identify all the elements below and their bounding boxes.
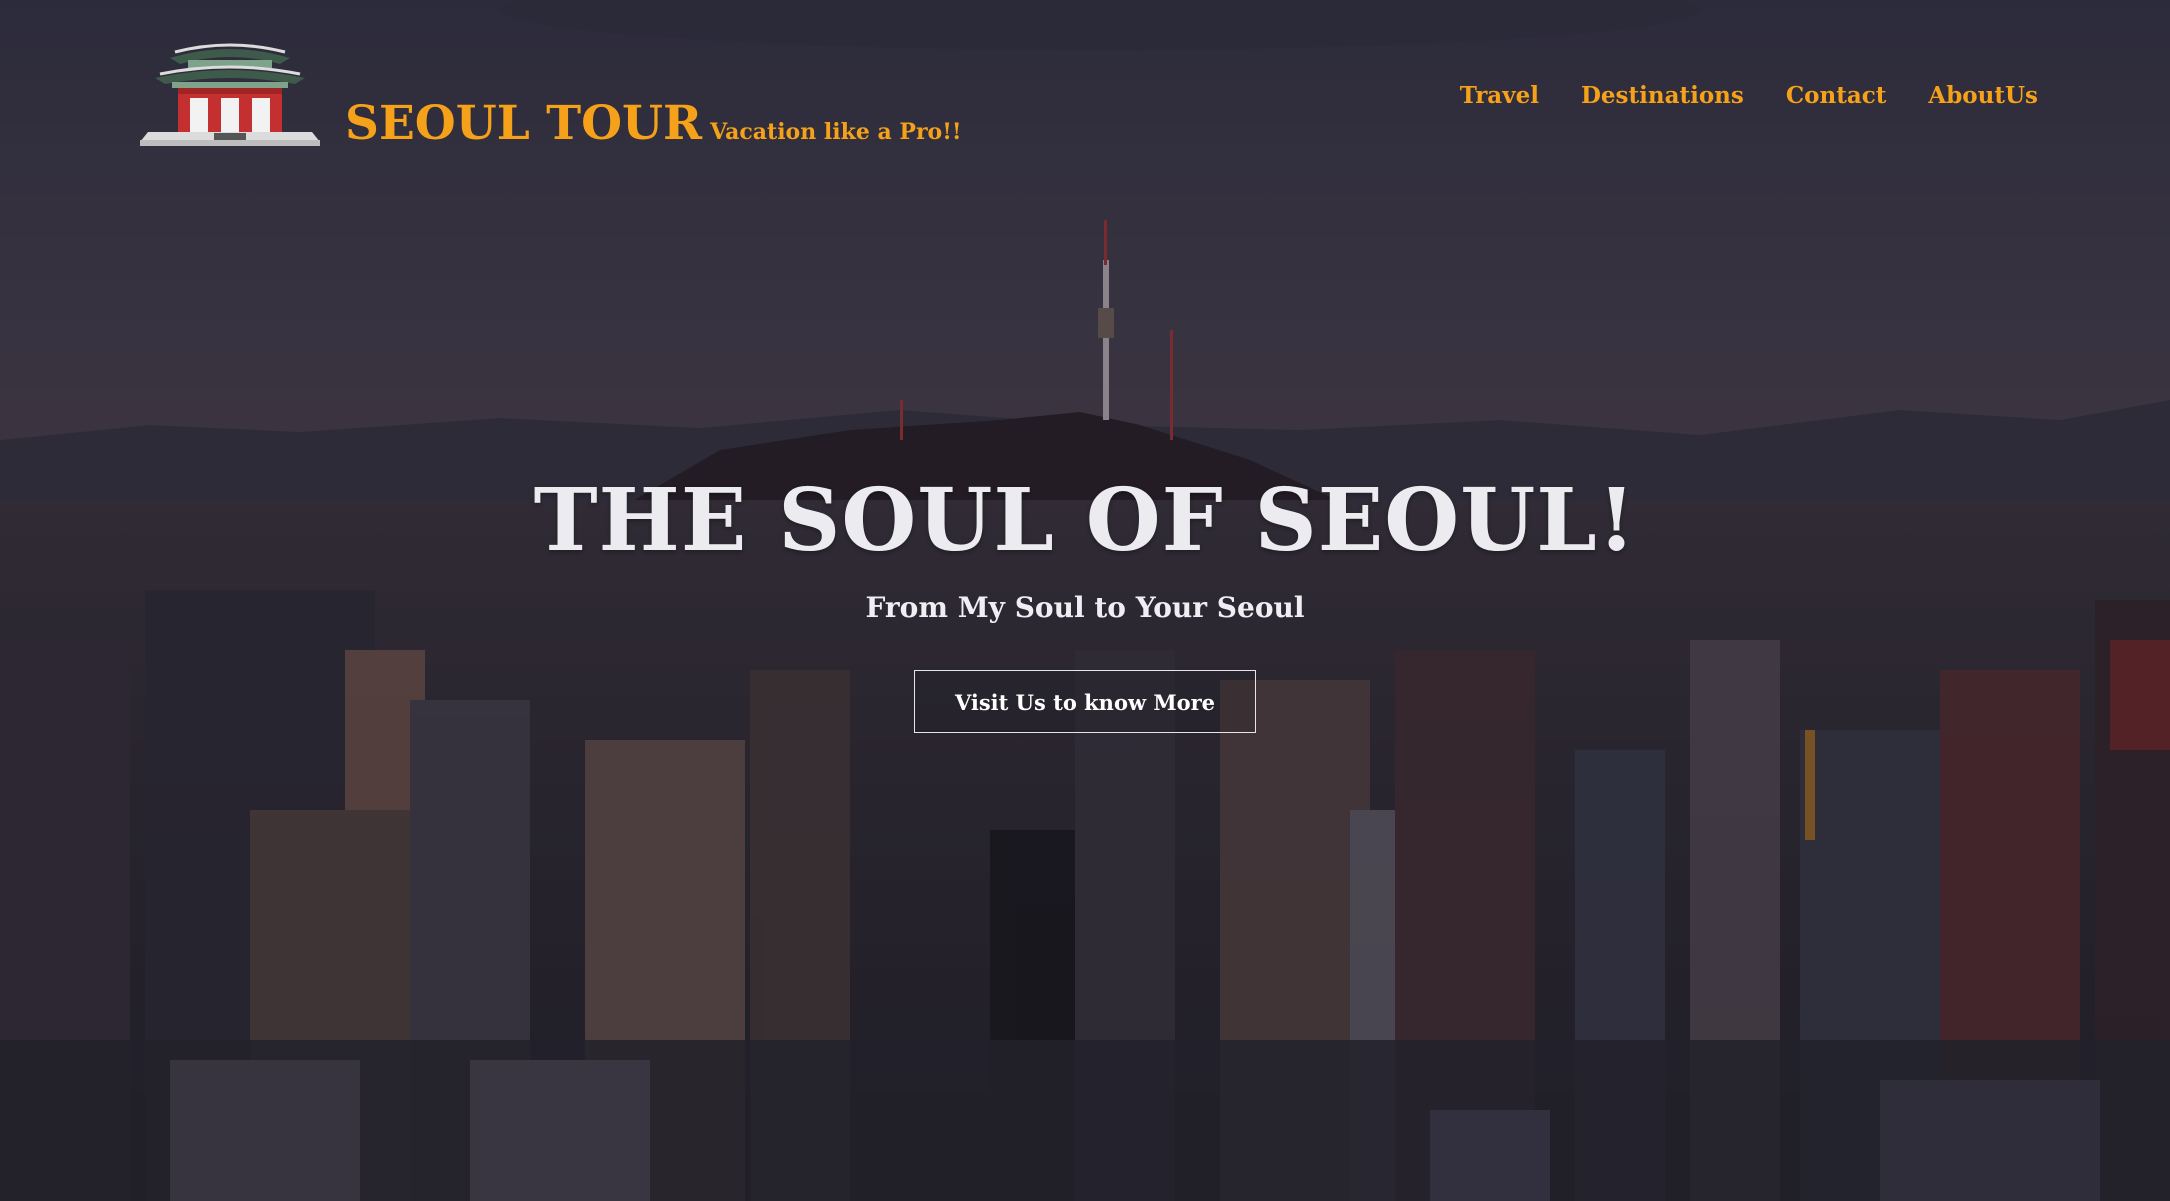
brand-title[interactable]: SEOUL TOUR <box>345 96 702 151</box>
visit-us-button[interactable]: Visit Us to know More <box>914 669 1256 733</box>
palace-gate-icon <box>140 43 320 146</box>
nav-aboutus[interactable]: AboutUs <box>1928 82 2038 109</box>
brand-tagline: Vacation like a Pro!! <box>710 119 962 145</box>
nav-travel[interactable]: Travel <box>1460 82 1539 109</box>
main-nav: Travel Destinations Contact AboutUs <box>1460 82 2038 109</box>
brand[interactable]: SEOUL TOUR Vacation like a Pro!! <box>345 96 962 151</box>
nav-destinations[interactable]: Destinations <box>1581 82 1744 109</box>
palace-gate-logo[interactable] <box>130 36 330 151</box>
hero-section: SEOUL TOUR Vacation like a Pro!! Travel … <box>0 0 2170 1201</box>
hero-subtitle: From My Soul to Your Seoul <box>865 590 1305 624</box>
nav-contact[interactable]: Contact <box>1786 82 1887 109</box>
hero-content: THE SOUL OF SEOUL! From My Soul to Your … <box>0 470 2170 733</box>
hero-title: THE SOUL OF SEOUL! <box>533 470 1637 571</box>
